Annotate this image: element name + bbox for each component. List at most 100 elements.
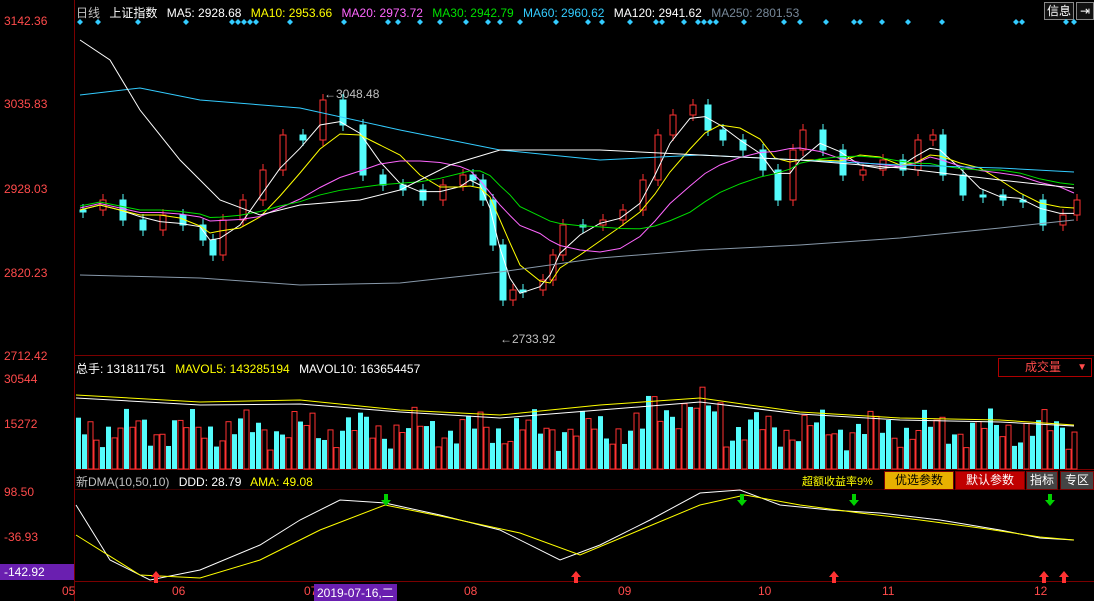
- volume-bar: [291, 411, 298, 470]
- candle-body: [719, 129, 727, 141]
- volume-bar: [183, 427, 190, 470]
- volume-bar: [519, 429, 526, 470]
- candle-body: [359, 124, 367, 176]
- volume-bar: [406, 428, 411, 469]
- volume-bar: [963, 447, 970, 470]
- candle-body: [379, 174, 387, 186]
- volume-bar: [897, 446, 904, 470]
- ma30-line: [79, 155, 1075, 230]
- volume-bar: [1005, 424, 1012, 470]
- signal-diamond-icon: [517, 19, 523, 25]
- volume-bar: [741, 439, 748, 470]
- volume-bar: [783, 429, 790, 470]
- candle-body: [789, 149, 797, 201]
- volume-bar: [195, 426, 202, 470]
- candle-body: [139, 219, 147, 231]
- volume-bar: [915, 430, 922, 470]
- volume-bar: [117, 427, 124, 470]
- volume-bar: [664, 410, 669, 469]
- volume-bar: [952, 434, 957, 469]
- volume-bar: [844, 450, 849, 469]
- buy-arrow-icon: [829, 571, 839, 583]
- signal-diamond-icon: [395, 19, 401, 25]
- signal-diamond-icon: [1063, 19, 1069, 25]
- volume-bar: [340, 430, 345, 469]
- volume-bar: [208, 426, 213, 469]
- volume-bar: [754, 412, 759, 469]
- volume-bar: [190, 409, 195, 469]
- volume-bar: [454, 443, 459, 469]
- ama-line: [75, 494, 1075, 579]
- volume-bar: [261, 429, 268, 470]
- volume-bar: [483, 426, 490, 470]
- signal-diamond-icon: [879, 19, 885, 25]
- volume-bar: [1065, 448, 1072, 470]
- signal-diamond-icon: [797, 19, 803, 25]
- volume-bar: [675, 428, 682, 470]
- volume-bar: [435, 446, 442, 470]
- signal-diamond-icon: [1071, 19, 1077, 25]
- volume-bar: [712, 411, 717, 469]
- signal-diamond-icon: [653, 19, 659, 25]
- volume-bar: [501, 443, 508, 470]
- signal-diamond-icon: [707, 19, 713, 25]
- volume-bar: [723, 446, 730, 470]
- signal-diamond-icon: [681, 19, 687, 25]
- volume-bar: [820, 409, 825, 469]
- buy-arrow-icon: [151, 571, 161, 583]
- volume-bar: [93, 439, 100, 470]
- volume-bar: [957, 433, 964, 470]
- volume-bar: [615, 428, 622, 470]
- volume-bar: [250, 432, 255, 469]
- signal-diamond-icon: [497, 19, 503, 25]
- volume-bar: [633, 412, 640, 470]
- volume-bar: [267, 449, 274, 470]
- volume-bar: [796, 441, 801, 469]
- volume-bar: [309, 412, 316, 470]
- volume-bar: [891, 437, 898, 470]
- volume-bar: [772, 427, 777, 469]
- signal-diamond-icon: [241, 19, 247, 25]
- volume-bar: [177, 419, 184, 470]
- volume-bar: [538, 433, 543, 469]
- signal-diamond-icon: [857, 19, 863, 25]
- ma10-line: [79, 124, 1075, 284]
- candle-body: [1073, 199, 1081, 216]
- volume-bar: [946, 443, 951, 469]
- candle-body: [299, 134, 307, 141]
- volume-bar: [238, 418, 243, 469]
- volume-bar: [717, 402, 724, 470]
- candle-body: [859, 169, 867, 176]
- volume-bar: [525, 419, 532, 470]
- volume-bar: [219, 440, 226, 470]
- volume-bar: [789, 439, 796, 470]
- signal-diamond-icon: [599, 19, 605, 25]
- volume-bar: [670, 416, 675, 469]
- volume-bar: [333, 447, 340, 470]
- signal-diamond-icon: [627, 19, 633, 25]
- sell-arrow-icon: [1045, 494, 1055, 506]
- volume-bar: [351, 430, 358, 470]
- kline-chart-canvas[interactable]: [0, 0, 1094, 601]
- volume-bar: [988, 408, 993, 469]
- signal-diamond-icon: [905, 19, 911, 25]
- volume-bar: [730, 440, 735, 469]
- signal-diamond-icon: [485, 19, 491, 25]
- volume-bar: [448, 430, 453, 469]
- signal-diamond-icon: [713, 19, 719, 25]
- volume-bar: [1060, 427, 1065, 469]
- signal-diamond-icon: [939, 19, 945, 25]
- volume-bar: [148, 445, 153, 469]
- volume-bar: [1023, 422, 1030, 470]
- volume-bar: [939, 416, 946, 470]
- volume-bar: [159, 433, 166, 470]
- volume-bar: [100, 447, 105, 469]
- volume-bar: [651, 396, 658, 470]
- volume-bar: [129, 426, 136, 470]
- volume-bar: [256, 422, 261, 469]
- volume-bar: [591, 428, 598, 470]
- volume-bar: [1054, 421, 1059, 469]
- candle-body: [929, 134, 937, 141]
- volume-bar: [393, 424, 400, 470]
- volume-bar: [994, 424, 999, 469]
